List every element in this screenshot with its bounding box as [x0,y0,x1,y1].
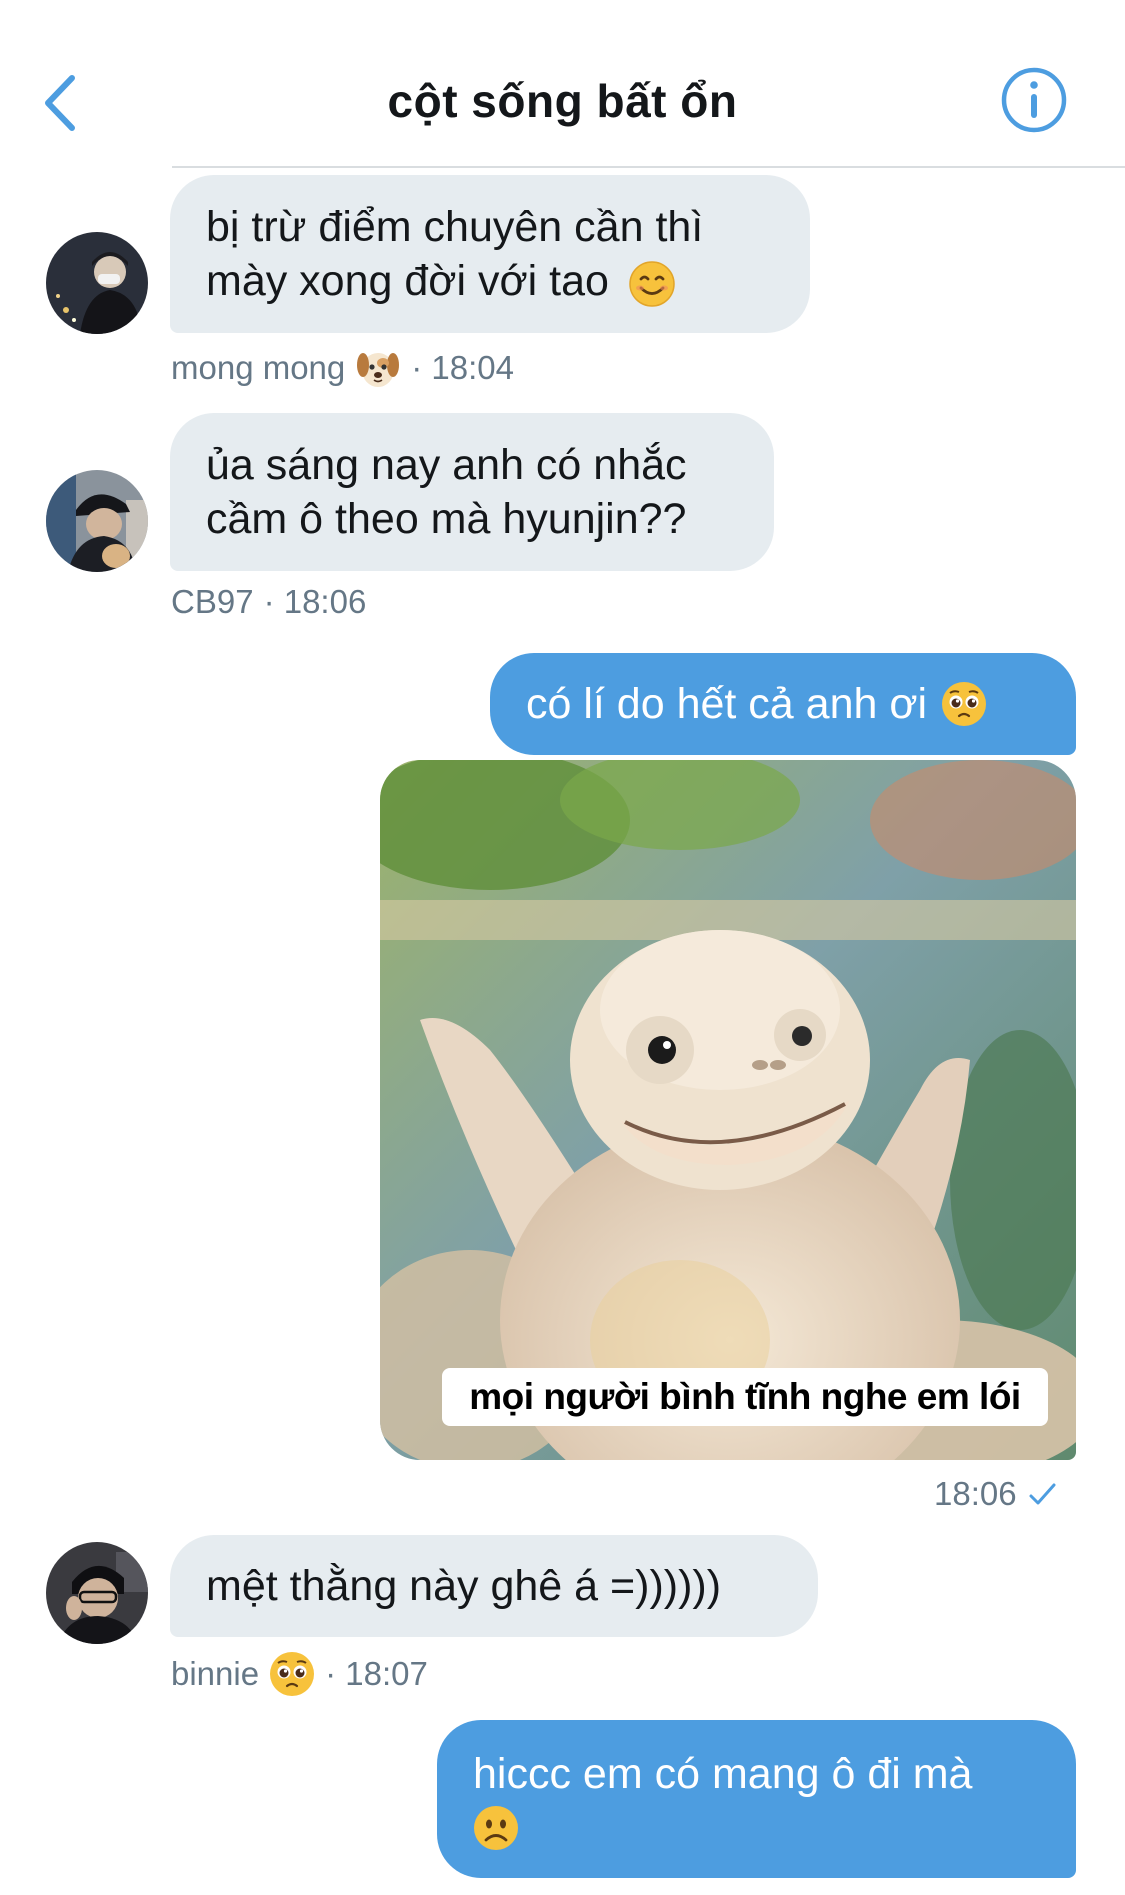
message-bubble[interactable]: hiccc em có mang ô đi mà [437,1720,1076,1878]
dog-face-icon [355,345,401,391]
message-meta: mong mong · 18:04 [171,345,514,391]
conversation-header: cột sống bất ổn [0,0,1125,168]
checkmark-icon [1029,1483,1056,1505]
pleading-face-icon [269,1651,315,1697]
meme-image[interactable]: mọi người bình tĩnh nghe em lói [380,760,1076,1460]
message-text-line: mày xong đời với tao [206,254,675,308]
smiling-face-icon [629,260,675,307]
message-meta: binnie · 18:07 [171,1651,428,1697]
info-icon [1001,67,1067,133]
meme-caption: mọi người bình tĩnh nghe em lói [442,1368,1048,1426]
sender-name[interactable]: mong mong [171,349,345,387]
message-time: 18:06 [934,1475,1017,1512]
message-bubble[interactable]: bị trừ điểm chuyên cần thì mày xong đời … [170,175,810,333]
frowning-face-icon [473,1805,519,1851]
sender-name[interactable]: CB97 [171,583,254,621]
message-bubble[interactable]: có lí do hết cả anh ơi [490,653,1076,755]
message-text: có lí do hết cả anh ơi [526,680,928,728]
message-text-line: bị trừ điểm chuyên cần thì [206,203,704,251]
message-text: hiccc em có mang ô đi mà [473,1750,973,1798]
header-divider [172,166,1125,168]
pleading-face-icon [941,681,987,727]
message-text: mệt thằng này ghê á =)))))) [206,1562,722,1610]
avatar-mong-mong[interactable] [46,232,148,334]
sender-name[interactable]: binnie [171,1655,259,1693]
message-bubble[interactable]: ủa sáng nay anh có nhắc cầm ô theo mà hy… [170,413,774,571]
message-text-line: cầm ô theo mà hyunjin?? [206,495,687,543]
message-time: · 18:07 [325,1655,428,1692]
avatar-binnie[interactable] [46,1542,148,1644]
message-meta: CB97 · 18:06 [171,583,366,621]
message-bubble[interactable]: mệt thằng này ghê á =)))))) [170,1535,818,1637]
avatar-cb97[interactable] [46,470,148,572]
info-button[interactable] [1000,66,1068,134]
message-meta: 18:06 [934,1475,1057,1513]
conversation-title[interactable]: cột sống bất ổn [0,74,1125,128]
message-text-line: ủa sáng nay anh có nhắc [206,441,687,489]
message-time: · 18:04 [411,349,515,386]
message-time: · 18:06 [263,583,367,620]
